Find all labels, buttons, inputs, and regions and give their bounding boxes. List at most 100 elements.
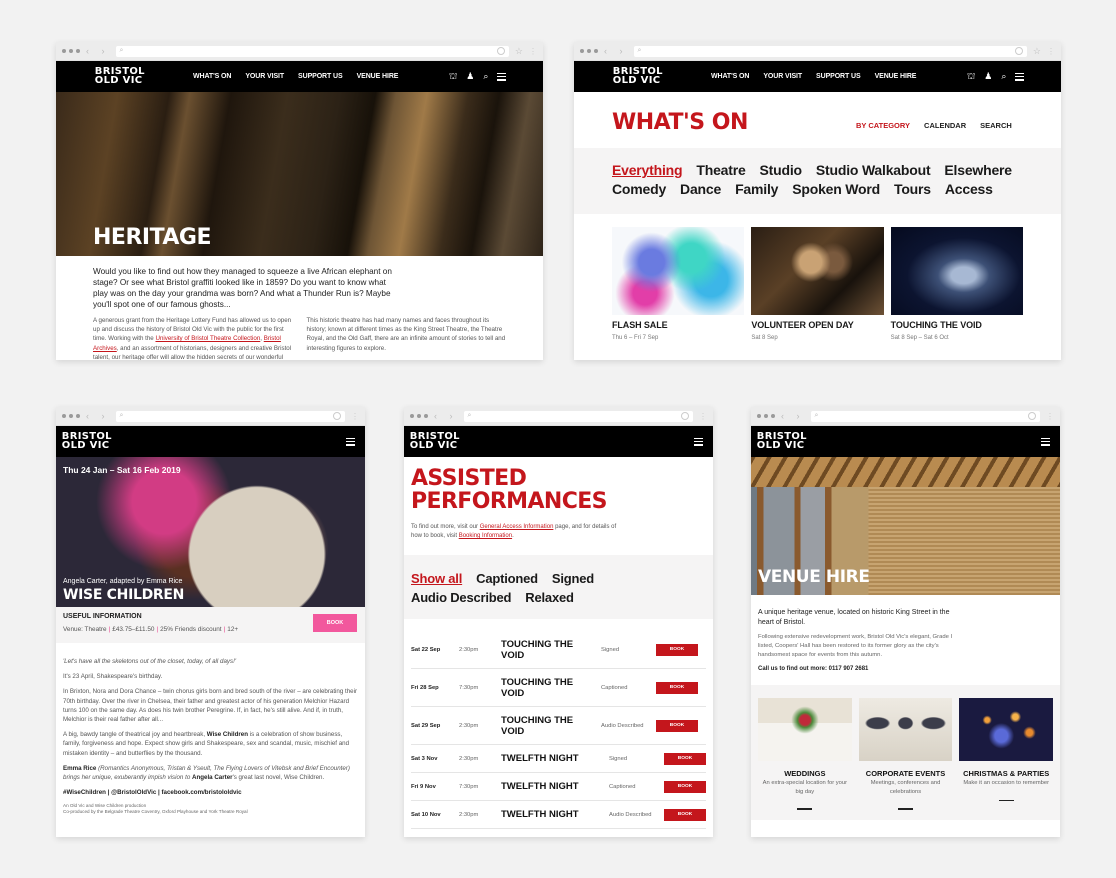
more-icon[interactable]: ⋮ [1047,47,1055,56]
book-button[interactable]: BOOK [656,643,698,656]
site-logo[interactable]: BRISTOL OLD VIC [757,432,807,450]
link-university-theatre-collection[interactable]: University of Bristol Theatre Collection [155,335,260,342]
back-forward-icon[interactable]: ‹ › [86,46,110,56]
nav-whats-on[interactable]: WHAT'S ON [193,73,231,80]
event-card[interactable]: FLASH SALE Thu 6 – Fri 7 Sep [612,227,745,341]
window-controls[interactable] [62,49,80,53]
category-access[interactable]: Access [945,180,993,199]
nav-whats-on[interactable]: WHAT'S ON [711,73,749,80]
menu-icon[interactable] [1015,72,1025,81]
category-elsewhere[interactable]: Elsewhere [944,161,1012,180]
reload-icon[interactable] [1014,46,1023,55]
menu-icon[interactable] [694,437,703,446]
corporate-events-image[interactable] [858,698,953,761]
category-tours[interactable]: Tours [894,180,931,199]
window-controls[interactable] [410,414,428,418]
book-button[interactable]: BOOK [656,681,698,694]
back-forward-icon[interactable]: ‹ › [86,411,110,421]
nav-your-visit[interactable]: YOUR VISIT [245,73,284,80]
basket-icon[interactable]: ⛫ [449,71,457,83]
menu-icon[interactable] [1041,437,1050,446]
site-logo[interactable]: BRISTOL OLD VIC [95,67,145,85]
window-controls[interactable] [62,414,80,418]
nav-support-us[interactable]: SUPPORT US [816,73,861,80]
menu-icon[interactable] [497,72,507,81]
category-theatre[interactable]: Theatre [696,161,745,180]
user-icon[interactable]: ♟ [466,71,474,82]
reload-icon[interactable] [1028,411,1036,420]
star-icon[interactable]: ☆ [1033,46,1041,57]
link-general-access-information[interactable]: General Access Information [480,524,554,530]
filter-show-all[interactable]: Show all [411,569,462,588]
address-bar[interactable]: ⌕ [810,410,1040,422]
twitter-link[interactable]: @BristolOldVic [111,789,156,796]
event-title[interactable]: TOUCHING THE VOID [891,320,1023,330]
nav-your-visit[interactable]: YOUR VISIT [763,73,802,80]
category-dance[interactable]: Dance [680,180,721,199]
christmas-parties-image[interactable] [959,698,1054,761]
venue-option-card[interactable]: CORPORATE EVENTS Meetings, conferences a… [858,698,953,820]
more-icon[interactable]: ⋮ [529,47,537,56]
venue-option-title[interactable]: CHRISTMAS & PARTIES [959,769,1053,778]
nav-venue-hire[interactable]: VENUE HIRE [357,73,399,80]
book-button[interactable]: BOOK [313,614,357,632]
tab-calendar[interactable]: CALENDAR [924,121,966,130]
book-button[interactable]: BOOK [664,752,706,765]
address-bar[interactable]: ⌕ [115,45,509,57]
category-spoken-word[interactable]: Spoken Word [792,180,880,199]
basket-icon[interactable]: ⛫ [967,71,975,83]
category-family[interactable]: Family [735,180,778,199]
search-icon[interactable]: ⌕ [483,71,488,82]
event-card[interactable]: VOLUNTEER OPEN DAY Sat 8 Sep [751,227,884,341]
venue-option-title[interactable]: WEDDINGS [758,769,852,778]
search-icon[interactable]: ⌕ [1001,71,1006,82]
book-button[interactable]: BOOK [656,719,698,732]
site-logo[interactable]: BRISTOL OLD VIC [410,432,460,450]
more-icon[interactable]: ⋮ [699,412,707,421]
filter-captioned[interactable]: Captioned [476,569,538,588]
event-image[interactable] [612,227,745,315]
event-image[interactable] [890,227,1023,315]
address-bar[interactable]: ⌕ [633,45,1027,57]
menu-icon[interactable] [346,437,355,446]
back-forward-icon[interactable]: ‹ › [781,411,805,421]
weddings-image[interactable] [758,698,852,761]
address-bar[interactable]: ⌕ [463,410,693,422]
site-logo[interactable]: BRISTOL OLD VIC [613,67,663,85]
filter-signed[interactable]: Signed [552,569,594,588]
venue-option-title[interactable]: CORPORATE EVENTS [859,769,953,778]
event-card[interactable]: TOUCHING THE VOID Sat 8 Sep – Sat 6 Oct [890,227,1023,341]
star-icon[interactable]: ☆ [515,46,523,57]
window-controls[interactable] [580,49,598,53]
tab-by-category[interactable]: BY CATEGORY [856,121,910,130]
event-title[interactable]: FLASH SALE [612,320,744,330]
address-bar[interactable]: ⌕ [115,410,345,422]
window-controls[interactable] [757,414,775,418]
more-icon[interactable]: ⋮ [351,412,359,421]
filter-audio-described[interactable]: Audio Described [411,588,511,607]
link-booking-information[interactable]: Booking Information [459,533,512,539]
book-button[interactable]: BOOK [664,780,706,793]
site-logo[interactable]: BRISTOL OLD VIC [62,432,112,450]
book-button[interactable]: BOOK [664,808,706,821]
filter-relaxed[interactable]: Relaxed [525,588,574,607]
category-comedy[interactable]: Comedy [612,180,666,199]
reload-icon[interactable] [496,46,505,55]
back-forward-icon[interactable]: ‹ › [434,411,458,421]
category-studio-walkabout[interactable]: Studio Walkabout [816,161,931,180]
user-icon[interactable]: ♟ [984,71,992,82]
event-image[interactable] [751,227,884,315]
more-icon[interactable]: ⋮ [1046,412,1054,421]
nav-support-us[interactable]: SUPPORT US [298,73,343,80]
reload-icon[interactable] [333,411,341,420]
nav-venue-hire[interactable]: VENUE HIRE [875,73,917,80]
venue-option-card[interactable]: CHRISTMAS & PARTIES Make it an occasion … [959,698,1054,820]
facebook-link[interactable]: facebook.com/bristololdvic [161,789,241,796]
reload-icon[interactable] [681,411,689,420]
venue-option-card[interactable]: WEDDINGS An extra-special location for y… [758,698,852,820]
event-title[interactable]: VOLUNTEER OPEN DAY [751,320,883,330]
tab-search[interactable]: SEARCH [980,121,1012,130]
category-studio[interactable]: Studio [760,161,803,180]
category-everything[interactable]: Everything [612,161,683,180]
back-forward-icon[interactable]: ‹ › [604,46,628,56]
